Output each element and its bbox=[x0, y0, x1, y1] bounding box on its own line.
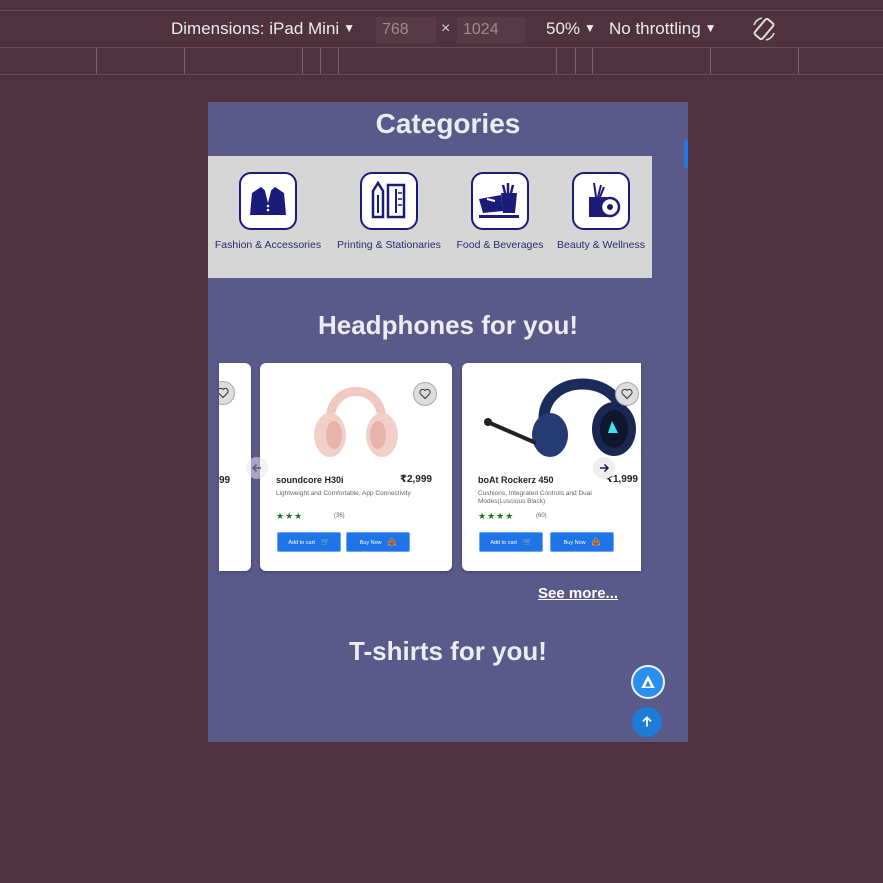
product-image bbox=[474, 363, 638, 459]
ruler-tick bbox=[592, 48, 593, 74]
category-printing[interactable]: Printing & Stationaries bbox=[329, 172, 449, 251]
arrow-up-icon bbox=[642, 716, 652, 727]
food-icon bbox=[471, 172, 529, 230]
scroll-to-top-button[interactable] bbox=[632, 707, 662, 737]
rating-stars: ★★★★ bbox=[478, 511, 515, 521]
category-label: Beauty & Wellness bbox=[557, 239, 645, 251]
caret-down-icon: ▼ bbox=[704, 21, 717, 35]
category-beauty[interactable]: Beauty & Wellness bbox=[541, 172, 661, 251]
buy-now-button[interactable]: Buy Now 👜 bbox=[550, 532, 614, 552]
category-label: Printing & Stationaries bbox=[337, 239, 441, 251]
review-count: (60) bbox=[536, 513, 547, 519]
caret-down-icon: ▼ bbox=[584, 21, 596, 35]
assistant-logo-icon bbox=[641, 675, 655, 688]
times-separator: × bbox=[441, 20, 451, 37]
ruler-tick bbox=[302, 48, 303, 74]
headphones-title: Headphones for you! bbox=[317, 310, 578, 340]
ruler-tick bbox=[710, 48, 711, 74]
ruler-tick bbox=[96, 48, 97, 74]
viewport-scrollbar[interactable] bbox=[684, 140, 688, 168]
cart-icon: 🛒 bbox=[522, 539, 532, 546]
see-more-link[interactable]: See more... bbox=[538, 585, 618, 602]
categories-strip: Fashion & Accessories Printing & Station… bbox=[208, 156, 652, 278]
throttling-label: No throttling bbox=[609, 19, 701, 38]
add-to-cart-button[interactable]: Add to cart 🛒 bbox=[479, 532, 543, 552]
arrow-right-icon bbox=[600, 463, 610, 473]
carousel-next-button[interactable] bbox=[593, 457, 615, 479]
device-toolbar: Dimensions: iPad Mini ▼ 768 × 1024 50% ▼ N… bbox=[0, 0, 883, 48]
ruler-tick bbox=[320, 48, 321, 74]
bag-icon: 👜 bbox=[387, 539, 397, 546]
ruler-tick bbox=[575, 48, 576, 74]
buy-now-label: Buy Now bbox=[563, 540, 586, 546]
rotate-icon[interactable] bbox=[750, 15, 778, 43]
product-description: Lightweight and Comfortable, App Connect… bbox=[276, 490, 411, 497]
height-input[interactable]: 1024 bbox=[457, 17, 525, 43]
heart-icon[interactable] bbox=[413, 382, 437, 406]
heart-icon[interactable] bbox=[219, 381, 235, 405]
rating-stars: ★★★ bbox=[276, 511, 304, 521]
throttling-dropdown[interactable]: No throttling ▼ bbox=[609, 19, 717, 39]
emulated-viewport: Categories Fashion & Accessories Printin… bbox=[208, 102, 688, 742]
product-description: Cushions, Integrated Controls and Dual M… bbox=[478, 490, 592, 505]
category-label: Fashion & Accessories bbox=[214, 239, 322, 251]
zoom-dropdown[interactable]: 50% ▼ bbox=[546, 19, 596, 39]
dimensions-label: Dimensions: iPad Mini bbox=[171, 19, 340, 38]
bag-icon: 👜 bbox=[591, 539, 601, 546]
product-name: soundcore H30i bbox=[276, 475, 344, 485]
add-to-cart-label: Add to cart bbox=[288, 540, 315, 546]
categories-title: Categories bbox=[375, 108, 521, 139]
review-count: (36) bbox=[334, 513, 345, 519]
stationery-icon bbox=[360, 172, 418, 230]
dimensions-dropdown[interactable]: Dimensions: iPad Mini ▼ bbox=[171, 19, 355, 39]
beauty-icon bbox=[572, 172, 630, 230]
ruler-tick bbox=[798, 48, 799, 74]
tshirts-title: T-shirts for you! bbox=[349, 636, 547, 666]
heart-icon[interactable] bbox=[615, 382, 639, 406]
product-price: 99 bbox=[219, 475, 231, 486]
toolbar-top-border bbox=[0, 0, 883, 11]
ruler-tick bbox=[556, 48, 557, 74]
caret-down-icon: ▼ bbox=[343, 21, 356, 35]
buy-now-button[interactable]: Buy Now 👜 bbox=[346, 532, 410, 552]
width-input[interactable]: 768 bbox=[376, 17, 436, 43]
category-fashion[interactable]: Fashion & Accessories bbox=[208, 172, 328, 251]
buy-now-label: Buy Now bbox=[359, 540, 382, 546]
carousel-prev-button[interactable] bbox=[246, 457, 268, 479]
assistant-button[interactable] bbox=[631, 665, 665, 699]
product-price: ₹2,999 bbox=[400, 474, 432, 485]
product-image bbox=[300, 363, 412, 459]
product-name: boAt Rockerz 450 bbox=[478, 475, 554, 485]
product-card[interactable]: soundcore H30i ₹2,999 Lightweight and Co… bbox=[260, 363, 452, 571]
add-to-cart-label: Add to cart bbox=[490, 540, 517, 546]
zoom-label: 50% bbox=[546, 19, 581, 38]
arrow-left-icon bbox=[251, 463, 261, 473]
ruler-tick bbox=[184, 48, 185, 74]
add-to-cart-button[interactable]: Add to cart 🛒 bbox=[277, 532, 341, 552]
media-query-ruler bbox=[0, 48, 883, 75]
cart-icon: 🛒 bbox=[320, 539, 330, 546]
ruler-tick bbox=[338, 48, 339, 74]
suit-icon bbox=[239, 172, 297, 230]
